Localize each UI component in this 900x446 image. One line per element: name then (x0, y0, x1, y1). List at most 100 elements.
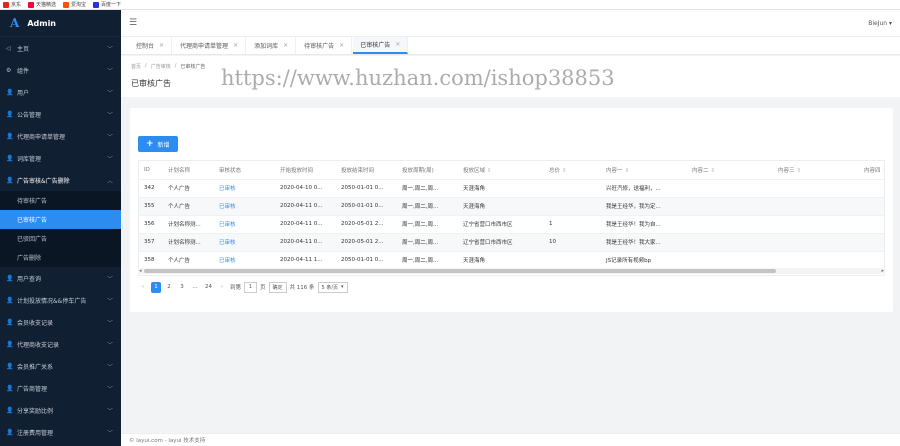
sort-icon[interactable]: ⇕ (883, 168, 884, 174)
status-badge[interactable]: 已审核 (214, 197, 275, 216)
bookmark-item[interactable]: 天猫精选 (28, 1, 56, 8)
sidebar-item[interactable]: 👤 代理商收支记录 ﹀ (0, 333, 121, 355)
sidebar-item[interactable]: 👤 代理商申请单管理 ﹀ (0, 125, 121, 147)
table-row[interactable]: 342 个人广告 已审核 2020-04-10 0... 2050-01-01 0...… (139, 179, 884, 198)
column-header[interactable]: 内容三 ⇕ (773, 161, 859, 180)
column-header[interactable]: 内容二 ⇕ (687, 161, 773, 180)
horizontal-scrollbar[interactable]: ◂ ▸ (138, 268, 885, 274)
menu-icon: 👤 (6, 274, 14, 282)
table-cell: 个人广告 (163, 197, 214, 216)
sidebar-item[interactable]: 👤 会员收支记录 ﹀ (0, 311, 121, 333)
add-button[interactable]: + 新增 (138, 136, 178, 152)
menu-icon: 👤 (6, 384, 14, 392)
user-menu[interactable]: BieJun ▾ (868, 20, 892, 27)
tab-item[interactable]: 添加词库 ✕ (247, 37, 297, 54)
sidebar-subitem[interactable]: 已驳回广告 (0, 229, 121, 248)
column-header[interactable]: 总价 ⇕ (544, 161, 601, 180)
close-icon[interactable]: ✕ (395, 41, 400, 48)
bookmark-label: 京东 (11, 2, 22, 8)
table-cell (773, 197, 859, 216)
breadcrumb-item[interactable]: 广告审核 (151, 63, 171, 70)
tab-item[interactable]: 代理商申请单管理 ✕ (173, 37, 247, 54)
column-header: 审核状态 (214, 161, 275, 180)
table-cell: 天涯海角 (458, 179, 544, 198)
table-row[interactable]: 357 计划名称测... 已审核 2020-04-11 0... 2020-05-01 … (139, 233, 884, 252)
sort-icon[interactable]: ⇕ (625, 168, 630, 174)
table-cell (773, 215, 859, 234)
table-cell (859, 215, 884, 234)
scroll-left-icon[interactable]: ◂ (139, 268, 142, 274)
column-header-label: 总价 (549, 167, 561, 174)
status-badge[interactable]: 已审核 (214, 233, 275, 252)
close-icon[interactable]: ✕ (283, 42, 288, 49)
sidebar-item[interactable]: 👤 广告商管理 ﹀ (0, 377, 121, 399)
goto-confirm-button[interactable]: 确定 (268, 281, 287, 293)
page-number[interactable]: 24 (203, 282, 214, 293)
sidebar-item-label: 计划投放情况&&停车广告 (17, 297, 87, 305)
table-cell (773, 251, 859, 270)
sidebar-subitem[interactable]: 待审核广告 (0, 191, 121, 210)
sidebar-item[interactable]: 👤 注册费用管理 ﹀ (0, 421, 121, 443)
scrollbar-thumb[interactable] (144, 269, 776, 273)
close-icon[interactable]: ✕ (233, 42, 238, 49)
sidebar-item[interactable]: ⚙ 组件 ﹀ (0, 59, 121, 81)
page-number[interactable]: 3 (177, 282, 187, 293)
table-row[interactable]: 355 个人广告 已审核 2020-04-11 0... 2050-01-01 0...… (139, 197, 884, 216)
sidebar: A Admin ◁ 主页 ﹀ ⚙ 组件 ﹀ 👤 用户 ﹀ 👤 公告管理 ﹀ 👤 代理商申请单管理 ﹀ 👤 词库管… (0, 10, 121, 446)
close-icon[interactable]: ✕ (339, 42, 344, 49)
page-size-select[interactable]: 5 条/页 ▾ (317, 281, 348, 293)
next-page-icon[interactable]: › (217, 282, 227, 293)
page-number[interactable]: 2 (164, 282, 174, 293)
bookmark-item[interactable]: 京东 (3, 1, 21, 8)
sort-icon[interactable]: ⇕ (711, 168, 716, 174)
status-badge[interactable]: 已审核 (214, 179, 275, 198)
table-cell: 355 (139, 197, 163, 216)
sidebar-item[interactable]: 👤 会员推广关系 ﹀ (0, 355, 121, 377)
tab-item[interactable]: 已审核广告 ✕ (353, 37, 409, 54)
chevron-down-icon: ﹀ (106, 89, 113, 97)
sort-icon[interactable]: ⇕ (487, 168, 492, 174)
page-number[interactable]: 1 (151, 281, 161, 293)
column-header[interactable]: 内容一 ⇕ (601, 161, 687, 180)
table-row[interactable]: 356 计划名称测... 已审核 2020-04-11 0... 2020-05-01 … (139, 215, 884, 234)
bookmark-item[interactable]: 爱淘宝 (63, 1, 86, 8)
chevron-down-icon: ﹀ (106, 155, 113, 163)
bookmark-item[interactable]: 百度一下 (93, 1, 121, 8)
menu-icon: 👤 (6, 296, 14, 304)
sidebar-item-label: 用户查询 (17, 275, 42, 283)
status-badge[interactable]: 已审核 (214, 251, 275, 270)
column-header-label: 审核状态 (219, 167, 242, 174)
sort-icon[interactable]: ⇕ (562, 168, 567, 174)
column-header[interactable]: 内容四⇕ (859, 161, 884, 180)
tab-item[interactable]: 控制台 ✕ (129, 37, 173, 54)
sidebar-item[interactable]: 👤 词库管理 ﹀ (0, 147, 121, 169)
table-cell: 辽宁省营口市西市区 (458, 233, 544, 252)
menu-icon: 👤 (6, 318, 14, 326)
column-header: ID (139, 161, 163, 180)
close-icon[interactable]: ✕ (159, 42, 164, 49)
sidebar-item[interactable]: 👤 用户查询 ﹀ (0, 267, 121, 289)
sidebar-item[interactable]: 👤 计划投放情况&&停车广告 ﹀ (0, 289, 121, 311)
breadcrumb-item[interactable]: 首页 (131, 63, 141, 70)
sort-icon[interactable]: ⇕ (797, 168, 802, 174)
table-row[interactable]: 358 个人广告 已审核 2020-04-11 1... 2050-01-01 0...… (139, 251, 884, 270)
table-cell (544, 197, 601, 216)
tab-item[interactable]: 待审核广告 ✕ (297, 37, 353, 54)
status-badge[interactable]: 已审核 (214, 215, 275, 234)
sidebar-item[interactable]: 👤 用户 ﹀ (0, 81, 121, 103)
sidebar-item[interactable]: 👤 公告管理 ﹀ (0, 103, 121, 125)
table-cell: 2020-05-01 2... (336, 233, 397, 252)
sidebar-item-ad-review[interactable]: 👤 广告审核&广告删除 ︿ (0, 169, 121, 191)
sidebar-subitem[interactable]: 广告删除 (0, 248, 121, 267)
goto-page-input[interactable]: 1 (244, 281, 258, 293)
prev-page-icon[interactable]: ‹ (138, 282, 148, 293)
scroll-right-icon[interactable]: ▸ (881, 268, 884, 274)
chevron-down-icon: ﹀ (106, 111, 113, 119)
column-header[interactable]: 投放区域 ⇕ (458, 161, 544, 180)
table-cell: 我是王经华，我为定... (601, 197, 687, 216)
sidebar-item[interactable]: 👤 分享奖励比例 ﹀ (0, 399, 121, 421)
menu-toggle-icon[interactable]: ☰ (129, 18, 137, 28)
brand[interactable]: A Admin (0, 10, 121, 37)
sidebar-subitem[interactable]: 已审核广告 (0, 210, 121, 229)
sidebar-item[interactable]: ◁ 主页 ﹀ (0, 37, 121, 59)
